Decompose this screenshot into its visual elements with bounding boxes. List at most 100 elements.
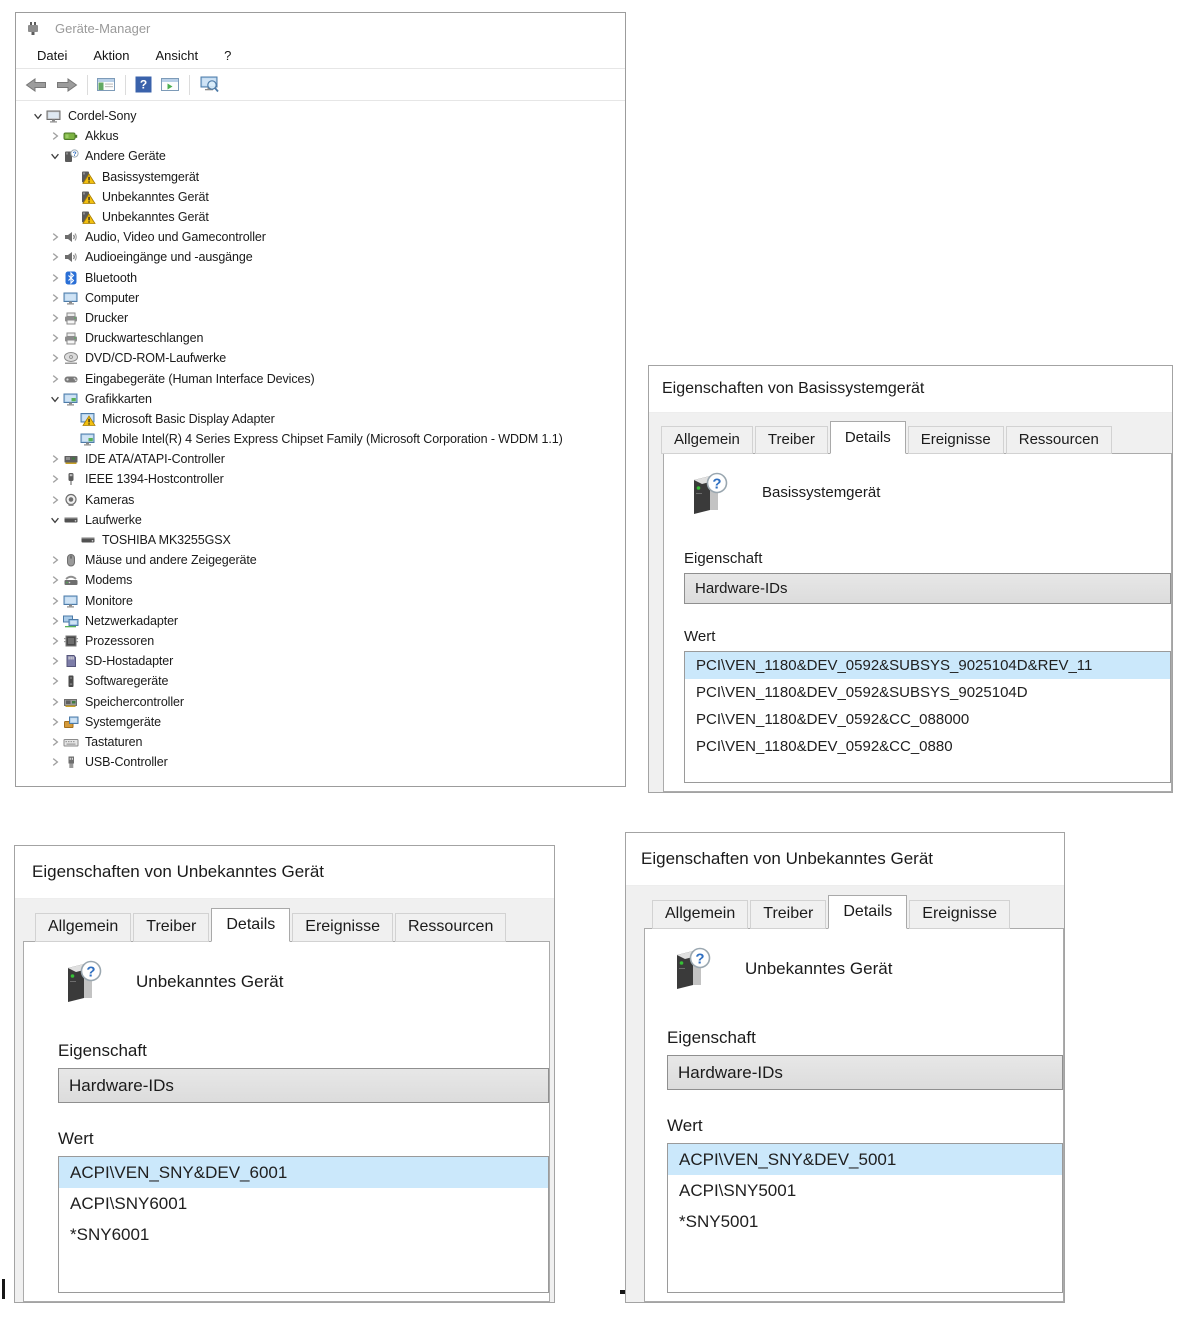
tree-item[interactable]: IDE ATA/ATAPI-Controller: [16, 449, 625, 469]
menu-item-help[interactable]: ?: [224, 48, 231, 63]
tab-ressourcen[interactable]: Ressourcen: [395, 913, 506, 942]
hardware-id-item[interactable]: PCI\VEN_1180&DEV_0592&CC_0880: [685, 733, 1170, 760]
tab-ereignisse[interactable]: Ereignisse: [909, 900, 1010, 929]
chevron-right-icon[interactable]: [46, 293, 63, 303]
chevron-down-icon[interactable]: [46, 394, 63, 404]
chevron-right-icon[interactable]: [46, 353, 63, 363]
tab-treiber[interactable]: Treiber: [750, 900, 826, 929]
tree-item[interactable]: SD-Hostadapter: [16, 651, 625, 671]
chevron-down-icon[interactable]: [29, 111, 46, 121]
hardware-id-item[interactable]: PCI\VEN_1180&DEV_0592&SUBSYS_9025104D: [685, 679, 1170, 706]
tab-ressourcen[interactable]: Ressourcen: [1006, 426, 1112, 454]
help-icon[interactable]: ?: [135, 76, 152, 93]
back-arrow-icon[interactable]: [25, 77, 47, 93]
chevron-right-icon[interactable]: [46, 656, 63, 666]
chevron-right-icon[interactable]: [46, 697, 63, 707]
tab-ereignisse[interactable]: Ereignisse: [292, 913, 393, 942]
tree-item[interactable]: ?Andere Geräte: [16, 146, 625, 166]
tree-item[interactable]: Kameras: [16, 490, 625, 510]
tree-item[interactable]: Systemgeräte: [16, 712, 625, 732]
menu-item-ansicht[interactable]: Ansicht: [156, 48, 199, 63]
chevron-right-icon[interactable]: [46, 555, 63, 565]
hardware-id-item[interactable]: PCI\VEN_1180&DEV_0592&SUBSYS_9025104D&RE…: [685, 652, 1170, 679]
tree-item[interactable]: Druckwarteschlangen: [16, 328, 625, 348]
tree-item[interactable]: Netzwerkadapter: [16, 611, 625, 631]
chevron-right-icon[interactable]: [46, 575, 63, 585]
tree-item[interactable]: Unbekanntes Gerät: [16, 187, 625, 207]
tree-item[interactable]: Tastaturen: [16, 732, 625, 752]
tree-item[interactable]: Drucker: [16, 308, 625, 328]
tree-item[interactable]: Monitore: [16, 591, 625, 611]
unknown-device-tower-icon: ?: [684, 470, 732, 522]
chevron-down-icon[interactable]: [46, 151, 63, 161]
tree-item[interactable]: Speichercontroller: [16, 691, 625, 711]
properties-window-icon[interactable]: [161, 77, 180, 92]
tree-item[interactable]: TOSHIBA MK3255GSX: [16, 530, 625, 550]
tree-item[interactable]: Audio, Video und Gamecontroller: [16, 227, 625, 247]
property-combobox[interactable]: Hardware-IDs: [684, 573, 1171, 604]
hardware-id-item[interactable]: ACPI\VEN_SNY&DEV_6001: [59, 1157, 548, 1188]
tree-item[interactable]: Bluetooth: [16, 268, 625, 288]
chevron-right-icon[interactable]: [46, 616, 63, 626]
hardware-id-item[interactable]: ACPI\SNY5001: [668, 1175, 1062, 1206]
hardware-id-item[interactable]: *SNY6001: [59, 1219, 548, 1250]
chevron-right-icon[interactable]: [46, 717, 63, 727]
chevron-right-icon[interactable]: [46, 454, 63, 464]
hardware-id-item[interactable]: PCI\VEN_1180&DEV_0592&CC_088000: [685, 706, 1170, 733]
console-tree-icon[interactable]: [97, 77, 116, 92]
tree-item[interactable]: Mäuse und andere Zeigegeräte: [16, 550, 625, 570]
tree-item[interactable]: Prozessoren: [16, 631, 625, 651]
chevron-right-icon[interactable]: [46, 596, 63, 606]
tree-item[interactable]: Laufwerke: [16, 510, 625, 530]
chevron-right-icon[interactable]: [46, 676, 63, 686]
tab-details[interactable]: Details: [828, 895, 907, 929]
device-header: ? Basissystemgerät: [664, 454, 1171, 522]
hardware-id-item[interactable]: ACPI\VEN_SNY&DEV_5001: [668, 1144, 1062, 1175]
tree-item[interactable]: IEEE 1394-Hostcontroller: [16, 469, 625, 489]
chevron-down-icon[interactable]: [46, 515, 63, 525]
tab-treiber[interactable]: Treiber: [133, 913, 209, 942]
tab-ereignisse[interactable]: Ereignisse: [908, 426, 1004, 454]
tree-item[interactable]: Modems: [16, 570, 625, 590]
chevron-right-icon[interactable]: [46, 757, 63, 767]
chevron-right-icon[interactable]: [46, 333, 63, 343]
chevron-right-icon[interactable]: [46, 232, 63, 242]
tree-item[interactable]: USB-Controller: [16, 752, 625, 772]
forward-arrow-icon[interactable]: [56, 77, 78, 93]
property-combobox[interactable]: Hardware-IDs: [58, 1068, 549, 1103]
tree-item[interactable]: Microsoft Basic Display Adapter: [16, 409, 625, 429]
property-combobox-value: Hardware-IDs: [678, 1063, 783, 1083]
menu-item-datei[interactable]: Datei: [37, 48, 67, 63]
tree-item[interactable]: Unbekanntes Gerät: [16, 207, 625, 227]
property-combobox[interactable]: Hardware-IDs: [667, 1055, 1063, 1090]
tree-item[interactable]: Audioeingänge und -ausgänge: [16, 247, 625, 267]
tab-details[interactable]: Details: [830, 421, 906, 454]
chevron-right-icon[interactable]: [46, 495, 63, 505]
chevron-right-icon[interactable]: [46, 636, 63, 646]
chevron-right-icon[interactable]: [46, 252, 63, 262]
tab-allgemein[interactable]: Allgemein: [652, 900, 748, 929]
chevron-right-icon[interactable]: [46, 273, 63, 283]
tree-item[interactable]: Eingabegeräte (Human Interface Devices): [16, 368, 625, 388]
tree-item[interactable]: DVD/CD-ROM-Laufwerke: [16, 348, 625, 368]
menu-item-aktion[interactable]: Aktion: [93, 48, 129, 63]
tab-details[interactable]: Details: [211, 908, 290, 942]
chevron-right-icon[interactable]: [46, 374, 63, 384]
tree-item[interactable]: Computer: [16, 288, 625, 308]
chevron-right-icon[interactable]: [46, 737, 63, 747]
tab-allgemein[interactable]: Allgemein: [35, 913, 131, 942]
tab-treiber[interactable]: Treiber: [755, 426, 828, 454]
hardware-id-item[interactable]: *SNY5001: [668, 1206, 1062, 1237]
scan-hardware-icon[interactable]: [199, 76, 220, 93]
tab-allgemein[interactable]: Allgemein: [661, 426, 753, 454]
tree-item[interactable]: Cordel-Sony: [16, 106, 625, 126]
chevron-right-icon[interactable]: [46, 313, 63, 323]
hardware-id-item[interactable]: ACPI\SNY6001: [59, 1188, 548, 1219]
tree-item[interactable]: Mobile Intel(R) 4 Series Express Chipset…: [16, 429, 625, 449]
tree-item[interactable]: Grafikkarten: [16, 389, 625, 409]
tree-item[interactable]: Softwaregeräte: [16, 671, 625, 691]
chevron-right-icon[interactable]: [46, 131, 63, 141]
tree-item[interactable]: Basissystemgerät: [16, 167, 625, 187]
chevron-right-icon[interactable]: [46, 474, 63, 484]
tree-item[interactable]: Akkus: [16, 126, 625, 146]
